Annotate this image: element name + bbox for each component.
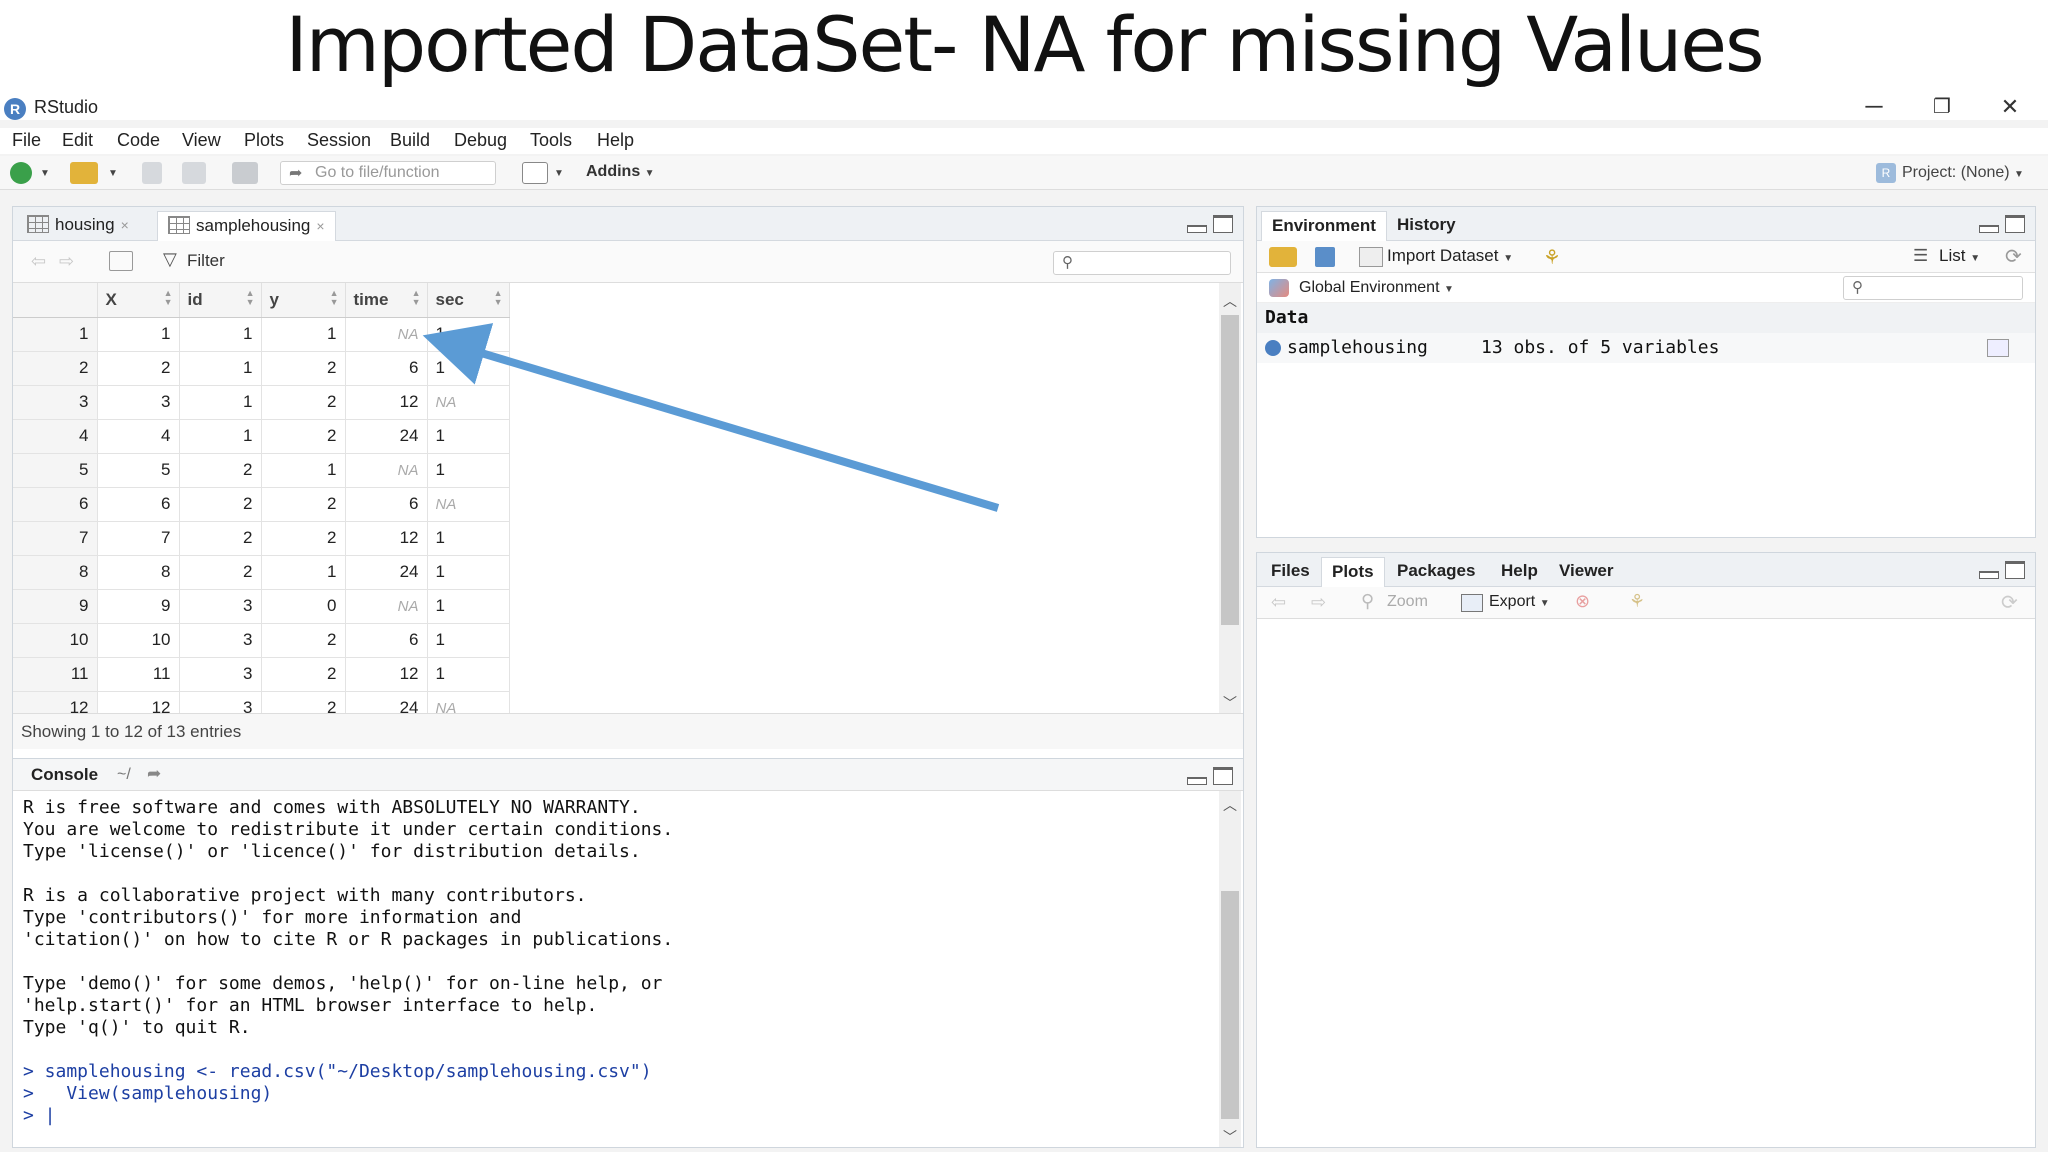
arrow-to-na-icon: [422, 323, 1000, 512]
annotation-arrow: [422, 323, 1000, 512]
